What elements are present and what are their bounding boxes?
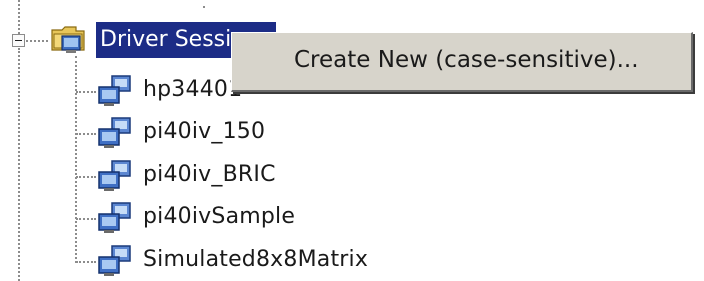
tree-guide-line bbox=[18, 0, 20, 34]
context-menu: Create New (case-sensitive)... bbox=[231, 32, 693, 92]
tree-item-label[interactable]: pi40ivSample bbox=[143, 202, 295, 232]
driver-session-icon bbox=[98, 202, 131, 233]
tree-guide-line bbox=[18, 48, 20, 281]
driver-session-icon bbox=[98, 160, 131, 191]
menu-item-create-new[interactable]: Create New (case-sensitive)... bbox=[294, 45, 639, 75]
tree-view-panel: Driver Sessions hp34401 pi40iv_150 pi40i… bbox=[0, 0, 704, 281]
tree-item-label[interactable]: Simulated8x8Matrix bbox=[143, 245, 368, 275]
driver-session-icon bbox=[98, 117, 131, 148]
tree-guide-line bbox=[76, 91, 96, 93]
collapse-toggle-icon[interactable] bbox=[12, 34, 25, 47]
tree-item-label[interactable]: hp34401 bbox=[143, 75, 242, 105]
tree-guide-line bbox=[26, 40, 48, 42]
tree-guide-line bbox=[76, 176, 96, 178]
tree-guide-line bbox=[76, 261, 96, 263]
tree-guide-line bbox=[75, 56, 77, 263]
driver-session-icon bbox=[98, 75, 131, 106]
tree-item-label[interactable]: pi40iv_150 bbox=[143, 117, 265, 147]
tree-guide-line bbox=[76, 218, 96, 220]
folder-sessions-icon bbox=[51, 26, 85, 53]
driver-session-icon bbox=[98, 245, 131, 276]
tree-guide-line bbox=[76, 133, 96, 135]
tree-item-label[interactable]: pi40iv_BRIC bbox=[143, 160, 276, 190]
tree-guide-dot bbox=[203, 6, 205, 8]
